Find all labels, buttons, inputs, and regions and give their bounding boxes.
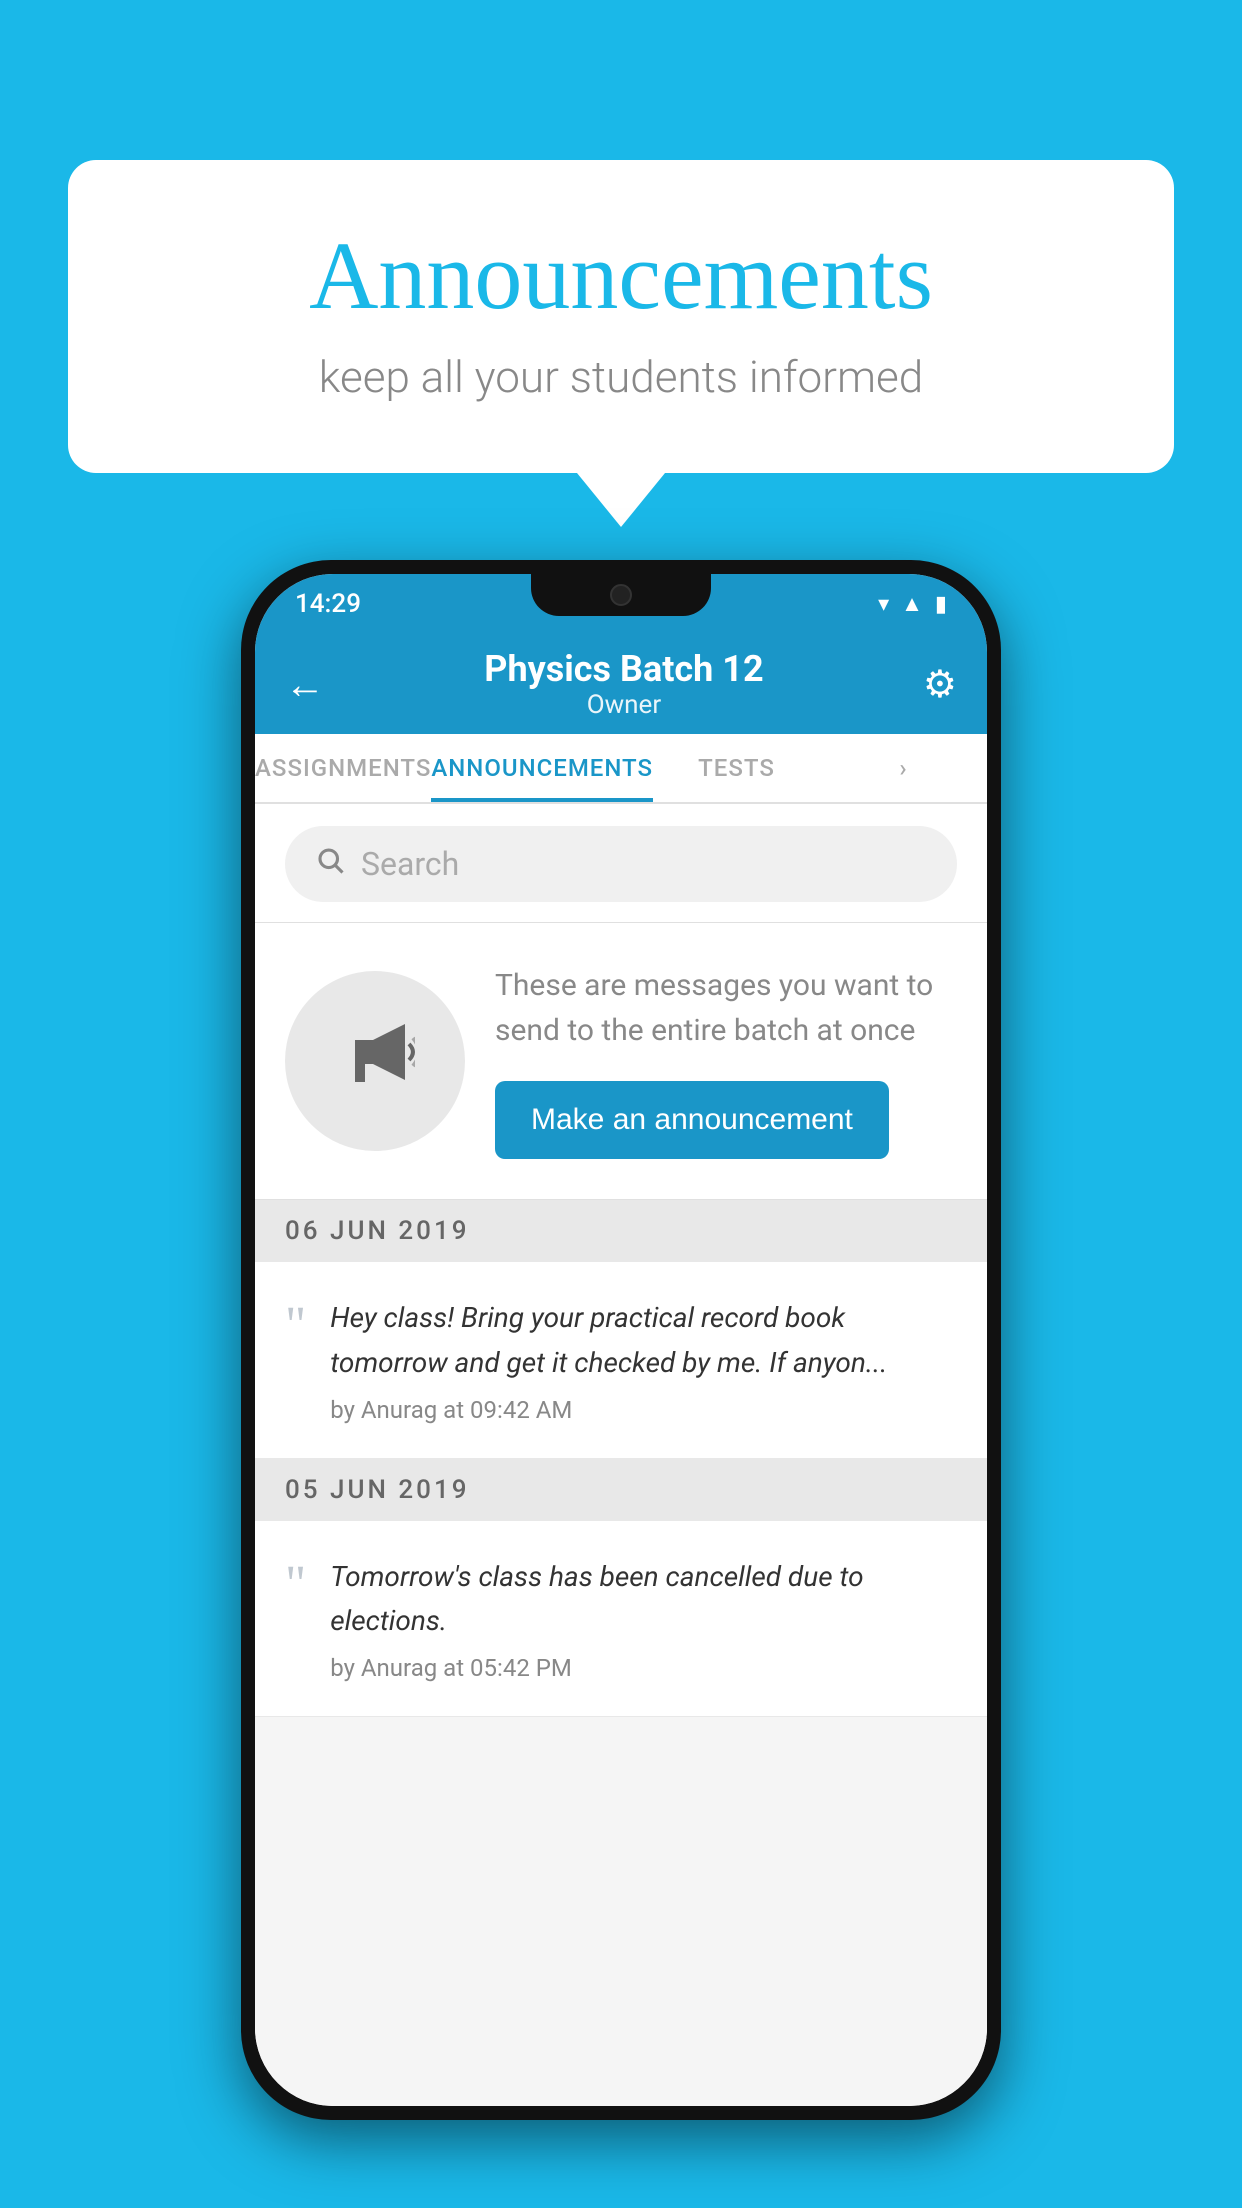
announcement-meta-1: by Anurag at 09:42 AM [330,1396,957,1424]
settings-gear-icon[interactable]: ⚙ [923,662,957,707]
announcement-item-1[interactable]: " Hey class! Bring your practical record… [255,1262,987,1459]
speech-bubble-arrow [577,473,665,527]
tab-tests[interactable]: TESTS [653,734,820,802]
app-bar: ← Physics Batch 12 Owner ⚙ [255,634,987,734]
back-button[interactable]: ← [285,661,325,708]
content-area: Search [255,806,987,2106]
wifi-icon: ▾ [878,592,889,617]
search-container: Search [255,806,987,923]
promo-section: These are messages you want to send to t… [255,923,987,1200]
speech-bubble-card: Announcements keep all your students inf… [68,160,1174,473]
promo-icon-circle [285,971,465,1151]
promo-right: These are messages you want to send to t… [495,963,957,1159]
app-bar-title: Physics Batch 12 [484,648,763,690]
speech-bubble-section: Announcements keep all your students inf… [68,160,1174,527]
megaphone-icon [335,1012,415,1110]
announcement-text-1: Hey class! Bring your practical record b… [330,1296,957,1386]
phone-outer: 14:29 ▾ ▲ ▮ ← Physics Batch 12 Owner ⚙ [241,560,1001,2120]
search-bar[interactable]: Search [285,826,957,902]
signal-icon: ▲ [901,591,923,617]
announcement-text-2: Tomorrow's class has been cancelled due … [330,1555,957,1645]
speech-bubble-subtitle: keep all your students informed [148,351,1094,403]
tab-assignments[interactable]: ASSIGNMENTS [255,734,431,802]
announcement-item-2[interactable]: " Tomorrow's class has been cancelled du… [255,1521,987,1718]
tabs-bar: ASSIGNMENTS ANNOUNCEMENTS TESTS › [255,734,987,804]
announcement-meta-2: by Anurag at 05:42 PM [330,1654,957,1682]
phone-screen: 14:29 ▾ ▲ ▮ ← Physics Batch 12 Owner ⚙ [255,574,987,2106]
status-time: 14:29 [295,589,361,619]
front-camera [610,584,632,606]
search-icon [315,844,345,884]
app-bar-title-group: Physics Batch 12 Owner [484,648,763,720]
date-separator-1: 06 JUN 2019 [255,1200,987,1262]
quote-icon-1: " [285,1300,306,1352]
status-icons: ▾ ▲ ▮ [878,591,947,617]
battery-icon: ▮ [935,592,947,617]
phone-notch [531,574,711,616]
make-announcement-button[interactable]: Make an announcement [495,1081,889,1159]
phone-device: 14:29 ▾ ▲ ▮ ← Physics Batch 12 Owner ⚙ [241,560,1001,2120]
app-bar-subtitle: Owner [484,690,763,720]
promo-description: These are messages you want to send to t… [495,963,957,1053]
announcement-content-1: Hey class! Bring your practical record b… [330,1296,957,1424]
speech-bubble-title: Announcements [148,220,1094,331]
date-separator-2: 05 JUN 2019 [255,1459,987,1521]
search-input[interactable]: Search [361,845,459,883]
tab-announcements[interactable]: ANNOUNCEMENTS [431,734,653,802]
tab-more[interactable]: › [820,734,987,802]
announcement-content-2: Tomorrow's class has been cancelled due … [330,1555,957,1683]
quote-icon-2: " [285,1559,306,1611]
